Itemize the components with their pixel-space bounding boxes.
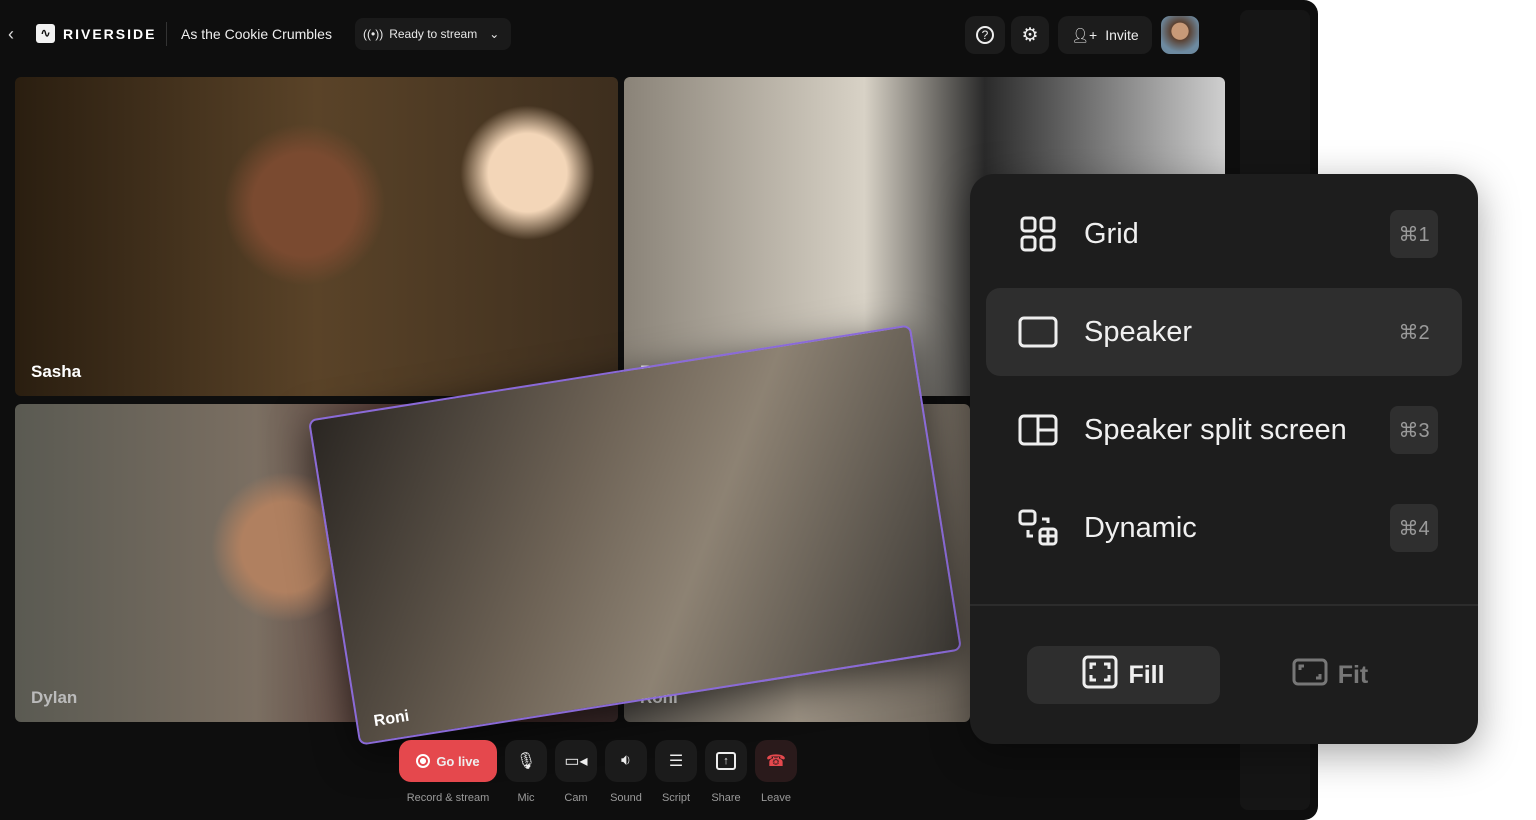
control-caption: Record & stream bbox=[406, 792, 490, 804]
fill-icon bbox=[1082, 655, 1118, 696]
record-icon bbox=[416, 754, 431, 768]
mic-icon: 🎙︎ bbox=[515, 753, 537, 770]
fit-icon bbox=[1292, 658, 1328, 693]
control-bar: Go live Record & stream 🎙︎ Mic ▭◂ Cam 🔉︎ Sou… bbox=[399, 740, 797, 804]
go-live-label: Go live bbox=[436, 753, 480, 769]
leave-button[interactable]: ☎ bbox=[755, 740, 797, 782]
camera-icon: ▭◂ bbox=[564, 753, 588, 770]
shortcut-badge: ⌘2 bbox=[1398, 321, 1430, 344]
status-label: Ready to stream bbox=[389, 27, 478, 41]
avatar[interactable] bbox=[1161, 16, 1199, 54]
broadcast-icon: ((•)) bbox=[363, 27, 384, 41]
script-button[interactable]: ☰ bbox=[655, 740, 697, 782]
go-live-button[interactable]: Go live bbox=[399, 740, 497, 782]
speaker-layout-icon bbox=[1018, 312, 1058, 352]
gear-icon: ⚙ bbox=[1021, 24, 1039, 46]
menu-item-label: Speaker bbox=[1084, 315, 1193, 348]
control-caption: Share bbox=[711, 792, 741, 804]
fit-label: Fit bbox=[1337, 660, 1369, 689]
video-tile-sasha[interactable]: Sasha bbox=[15, 77, 618, 396]
cam-button[interactable]: ▭◂ bbox=[555, 740, 597, 782]
dynamic-layout-icon bbox=[1018, 508, 1058, 548]
help-icon: ? bbox=[976, 26, 994, 44]
invite-button[interactable]: 👤︎+ Invite bbox=[1058, 16, 1152, 54]
fill-button[interactable]: Fill bbox=[1027, 646, 1220, 704]
divider bbox=[970, 604, 1478, 606]
participant-name: Dylan bbox=[31, 688, 78, 707]
control-caption: Sound bbox=[610, 792, 642, 804]
control-caption: Leave bbox=[761, 792, 791, 804]
speaker-icon: 🔉︎ bbox=[620, 752, 632, 769]
layout-menu: Grid ⌘1 Speaker ⌘2 Speaker split screen … bbox=[970, 174, 1478, 744]
shortcut-badge: ⌘4 bbox=[1390, 504, 1438, 552]
fit-button[interactable]: Fit bbox=[1270, 646, 1390, 704]
session-title: As the Cookie Crumbles bbox=[181, 26, 332, 42]
stream-status-dropdown[interactable]: ((•)) Ready to stream ⌄ bbox=[355, 18, 512, 50]
logo: ∿ RIVERSIDE bbox=[36, 24, 156, 43]
participant-name: Sasha bbox=[31, 362, 82, 381]
shortcut-badge: ⌘1 bbox=[1390, 210, 1438, 258]
control-caption: Cam bbox=[564, 792, 588, 804]
script-icon: ☰ bbox=[668, 753, 684, 770]
split-screen-icon bbox=[1018, 410, 1058, 450]
participant-name: Roni bbox=[372, 707, 411, 731]
back-button[interactable]: ‹ bbox=[8, 24, 14, 45]
invite-label: Invite bbox=[1105, 27, 1139, 43]
sound-button[interactable]: 🔉︎ bbox=[605, 740, 647, 782]
help-button[interactable]: ? bbox=[965, 16, 1005, 54]
menu-item-speaker-split-screen[interactable]: Speaker split screen ⌘3 bbox=[986, 386, 1462, 474]
menu-item-dynamic[interactable]: Dynamic ⌘4 bbox=[986, 484, 1462, 572]
menu-item-grid[interactable]: Grid ⌘1 bbox=[986, 190, 1462, 278]
settings-button[interactable]: ⚙ bbox=[1011, 16, 1049, 54]
menu-item-label: Grid bbox=[1084, 217, 1139, 250]
add-user-icon: 👤︎+ bbox=[1071, 26, 1098, 43]
top-bar: ‹ ∿ RIVERSIDE As the Cookie Crumbles ((•)… bbox=[0, 14, 1240, 54]
divider bbox=[166, 22, 167, 46]
menu-item-speaker[interactable]: Speaker ⌘2 bbox=[986, 288, 1462, 376]
menu-item-label: Speaker split screen bbox=[1084, 413, 1347, 446]
phone-hangup-icon: ☎ bbox=[766, 753, 786, 770]
share-icon: ↑ bbox=[716, 752, 736, 770]
grid-icon bbox=[1018, 214, 1058, 254]
mic-button[interactable]: 🎙︎ bbox=[505, 740, 547, 782]
menu-item-label: Dynamic bbox=[1084, 511, 1197, 544]
control-caption: Script bbox=[661, 792, 691, 804]
shortcut-badge: ⌘3 bbox=[1390, 406, 1438, 454]
control-caption: Mic bbox=[517, 792, 535, 804]
fill-label: Fill bbox=[1128, 660, 1165, 689]
chevron-down-icon: ⌄ bbox=[489, 27, 500, 41]
share-button[interactable]: ↑ bbox=[705, 740, 747, 782]
logo-icon: ∿ bbox=[36, 24, 55, 43]
logo-text: RIVERSIDE bbox=[63, 25, 157, 42]
